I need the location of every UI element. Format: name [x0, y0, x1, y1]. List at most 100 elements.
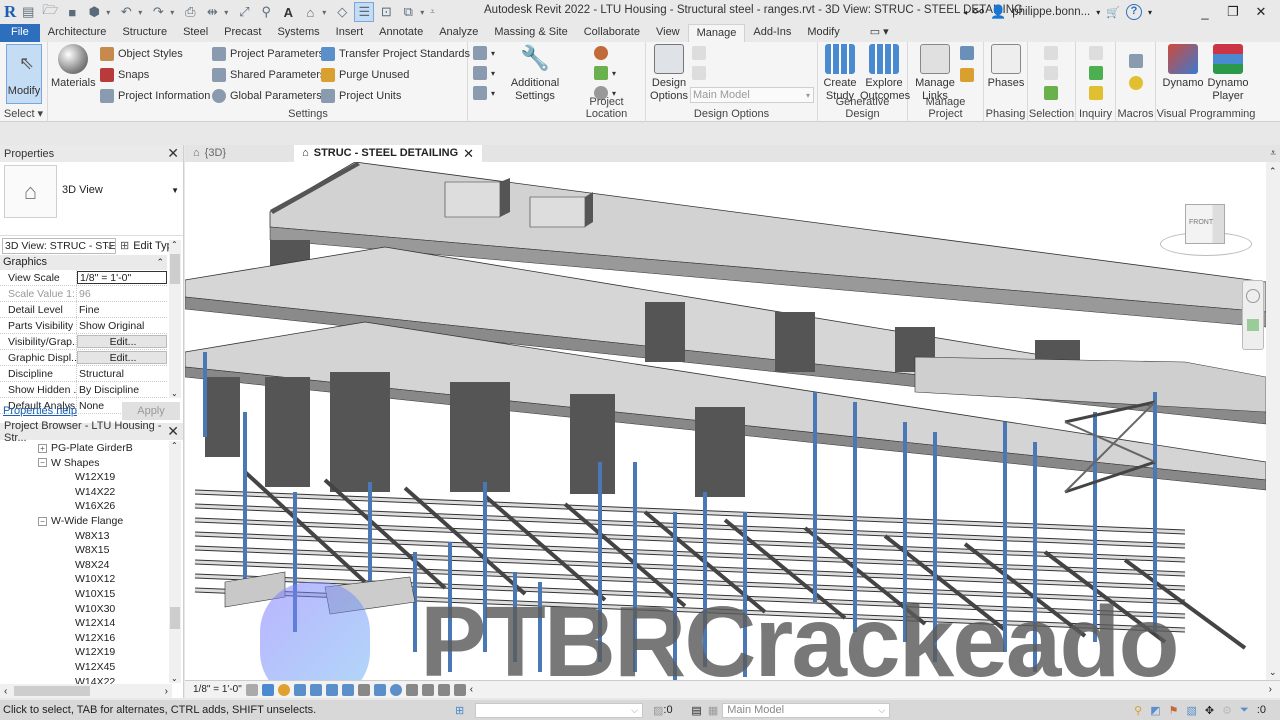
scrollbar-thumb[interactable]	[14, 686, 90, 696]
browser-type-node[interactable]: W12X19	[0, 645, 183, 660]
tag-icon[interactable]: ⚲	[256, 2, 276, 22]
restore-button[interactable]: ❐	[1222, 4, 1244, 20]
phases-button[interactable]: Phases	[986, 44, 1026, 90]
browser-type-node[interactable]: W12X16	[0, 631, 183, 646]
lock-view-icon[interactable]	[357, 683, 370, 696]
home-icon[interactable]: ▤	[18, 2, 38, 22]
view-tab-struc-steel-detailing[interactable]: ⌂ STRUC - STEEL DETAILING ✕	[294, 145, 483, 162]
browser-type-node[interactable]: W10X12	[0, 572, 183, 587]
browser-type-node[interactable]: W14X22	[0, 485, 183, 500]
save-icon[interactable]: ■	[62, 2, 82, 22]
user-dropdown-icon[interactable]: ▾	[1096, 8, 1100, 17]
view-scale-field[interactable]: 1/8" = 1'-0"	[77, 271, 167, 284]
canvas-vertical-scrollbar[interactable]: ⌃ ⌄	[1266, 162, 1280, 680]
scroll-left-icon[interactable]: ◂	[963, 8, 967, 17]
close-browser-icon[interactable]: ✕	[167, 423, 179, 440]
browser-scrollbar[interactable]: ⌃ ⌄	[169, 441, 181, 683]
transfer-standards-button[interactable]: Transfer Project Standards	[321, 47, 470, 61]
project-parameters-button[interactable]: Project Parameters	[212, 47, 324, 61]
minimize-button[interactable]: _	[1194, 5, 1216, 20]
measure-icon[interactable]: ⇹	[202, 2, 222, 22]
select-links-icon[interactable]: ⚲	[1134, 704, 1142, 717]
user-name[interactable]: philippe.bonn...	[1012, 6, 1090, 18]
user-icon[interactable]: 👤	[990, 4, 1006, 20]
manage-images-button[interactable]	[960, 46, 974, 60]
print-icon[interactable]: ⎙	[180, 2, 200, 22]
detail-level-field[interactable]: Fine	[77, 302, 167, 317]
redo-dropdown-icon[interactable]: ▾	[170, 8, 178, 17]
worksharing-display-icon[interactable]	[405, 683, 418, 696]
cart-icon[interactable]: 🛒	[1106, 6, 1120, 19]
3d-view-dropdown-icon[interactable]: ▾	[322, 8, 330, 17]
background-processes-icon[interactable]: ⚙	[1222, 704, 1232, 717]
graphic-display-edit-button[interactable]: Edit...	[77, 351, 167, 364]
browser-family-node[interactable]: − W Shapes	[0, 456, 183, 471]
tab-massing-site[interactable]: Massing & Site	[486, 24, 575, 42]
edit-type-icon[interactable]: ⊞	[120, 239, 129, 252]
browser-type-node[interactable]: W16X26	[0, 499, 183, 514]
tab-add-ins[interactable]: Add-Ins	[745, 24, 799, 42]
tab-precast[interactable]: Precast	[216, 24, 269, 42]
collapse-viewbar-icon[interactable]: ‹	[470, 684, 473, 695]
properties-scrollbar[interactable]: ⌃ ⌄	[169, 240, 181, 398]
viewcube-box[interactable]: FRONT	[1185, 204, 1225, 244]
shared-parameters-button[interactable]: Shared Parameters	[212, 68, 325, 82]
viewcube[interactable]: FRONT	[1160, 202, 1252, 262]
browser-type-node[interactable]: W12X14	[0, 616, 183, 631]
browser-horizontal-scrollbar[interactable]: ‹ ›	[0, 684, 172, 698]
parts-visibility-field[interactable]: Show Original	[77, 318, 167, 333]
scroll-down-icon[interactable]: ⌄	[171, 389, 178, 398]
collapse-icon[interactable]: ⌃	[156, 255, 164, 270]
tab-annotate[interactable]: Annotate	[371, 24, 431, 42]
tab-structure[interactable]: Structure	[114, 24, 175, 42]
explore-outcomes-button[interactable]: Explore Outcomes	[860, 44, 910, 103]
browser-family-node[interactable]: + PG-Plate GirderB	[0, 441, 183, 456]
scroll-down-icon[interactable]: ⌄	[171, 674, 178, 683]
manage-links-button[interactable]: Manage Links	[912, 44, 958, 103]
scroll-right-icon[interactable]: ›	[165, 686, 168, 697]
active-design-option-select[interactable]: Main Model ⌵	[722, 702, 891, 718]
structural-settings-button[interactable]: ▾	[473, 46, 495, 60]
snaps-button[interactable]: Snaps	[100, 68, 149, 82]
global-parameters-button[interactable]: Global Parameters	[212, 89, 322, 103]
tab-view[interactable]: View	[648, 24, 688, 42]
revit-logo[interactable]: R	[4, 2, 16, 22]
select-panel-label[interactable]: Select ▾	[0, 107, 47, 120]
scroll-up-icon[interactable]: ⌃	[1269, 166, 1277, 177]
undo-icon[interactable]: ↶	[116, 2, 136, 22]
dynamo-button[interactable]: Dynamo	[1160, 44, 1206, 90]
type-selector[interactable]: ⌂ 3D View ▼	[0, 162, 183, 236]
ids-of-selection-button[interactable]	[1089, 46, 1103, 60]
tab-manage[interactable]: Manage	[687, 24, 746, 42]
drag-elements-icon[interactable]: ✥	[1205, 704, 1214, 717]
project-information-button[interactable]: Project Information	[100, 89, 210, 103]
additional-settings-button[interactable]: 🔧 Additional Settings	[508, 44, 562, 103]
select-by-face-icon[interactable]: ▧	[1187, 704, 1197, 717]
apply-button[interactable]: Apply	[122, 402, 180, 420]
warnings-button[interactable]	[1089, 86, 1103, 100]
select-underlay-icon[interactable]: ◩	[1150, 704, 1160, 717]
filter-icon[interactable]: ⏷	[1240, 704, 1249, 717]
browser-type-node[interactable]: W10X15	[0, 587, 183, 602]
viewcube-front-face[interactable]: FRONT	[1189, 219, 1213, 226]
crop-view-icon[interactable]	[325, 683, 338, 696]
browser-type-node[interactable]: W10X30	[0, 602, 183, 617]
tab-modify[interactable]: Modify	[799, 24, 847, 42]
text-icon[interactable]: A	[278, 2, 298, 22]
thin-lines-icon[interactable]: ☰	[354, 2, 375, 22]
sun-path-icon[interactable]	[277, 683, 290, 696]
scroll-down-icon[interactable]: ⌄	[1269, 667, 1277, 678]
switch-windows-dropdown-icon[interactable]: ▾	[420, 8, 428, 17]
detail-level-icon[interactable]	[245, 683, 258, 696]
active-workset-select[interactable]: ⌵	[475, 702, 643, 718]
browser-type-node[interactable]: W8X13	[0, 529, 183, 544]
section-icon[interactable]: ◇	[332, 2, 352, 22]
project-units-button[interactable]: Project Units	[321, 89, 401, 103]
scrollbar-thumb[interactable]	[170, 254, 180, 284]
tab-file[interactable]: File	[0, 24, 40, 42]
view-tab-3d[interactable]: ⌂ {3D}	[185, 145, 234, 162]
scroll-up-icon[interactable]: ⌃	[171, 441, 178, 450]
object-styles-button[interactable]: Object Styles	[100, 47, 183, 61]
collapse-icon[interactable]: −	[38, 458, 47, 468]
browser-type-node[interactable]: W12X45	[0, 660, 183, 675]
